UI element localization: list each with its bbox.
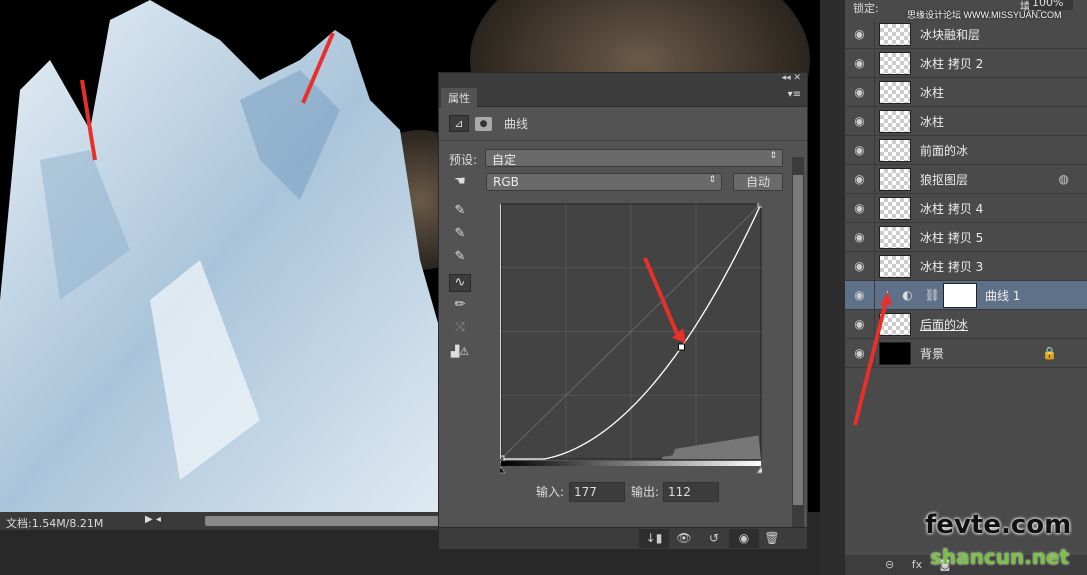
properties-panel: ◂◂ ✕ 属性 ▾≡ ⊿ ● 曲线 预设: 自定 ⇕ ☚ RGB ⇕ 自动 ✎ ✎ ✎ ∿… (438, 72, 808, 550)
layer-row[interactable]: ◉ 冰柱 拷贝 3 (845, 252, 1087, 281)
properties-scrollbar[interactable] (792, 157, 804, 527)
eye-icon[interactable]: ◉ (845, 136, 875, 164)
properties-footer: ↓▮ 👁 ↺ ◉ 🗑 (439, 527, 807, 549)
eye-icon[interactable]: ◉ (845, 281, 875, 309)
eye-icon[interactable]: ◉ (845, 78, 875, 106)
preset-value: 自定 (492, 153, 517, 167)
eye-icon[interactable]: ◉ (845, 107, 875, 135)
layer-row[interactable]: ◉ 狼抠图层 ◍ (845, 165, 1087, 194)
layer-name: 冰柱 拷贝 3 (920, 259, 984, 274)
layer-row[interactable]: ◉ 冰柱 拷贝 5 (845, 223, 1087, 252)
curves-graph[interactable] (500, 203, 762, 478)
eye-icon[interactable]: ◉ (845, 165, 875, 193)
pencil-icon[interactable]: ✏ (449, 297, 471, 315)
auto-button[interactable]: 自动 (733, 173, 783, 191)
lock-label: 锁定: (853, 2, 879, 15)
adjustment-type: 曲线 (504, 117, 529, 131)
preset-select[interactable]: 自定 ⇕ (485, 149, 783, 167)
layer-name: 冰块融和层 (920, 27, 981, 42)
layer-row[interactable]: ◉ 前面的冰 (845, 136, 1087, 165)
clip-to-layer-icon[interactable]: ↓▮ (639, 529, 669, 548)
layer-row[interactable]: ◉ 冰柱 拷贝 4 (845, 194, 1087, 223)
watermark-fevte: fevte.com (925, 510, 1072, 540)
clip-arrow-icon: ↓ (883, 288, 893, 302)
layer-row[interactable]: ◉ 冰柱 (845, 78, 1087, 107)
layer-name: 冰柱 (920, 114, 945, 129)
layer-row[interactable]: ◉ 冰柱 拷贝 2 (845, 49, 1087, 78)
layer-name: 冰柱 (920, 85, 945, 100)
curve-point-tool-icon[interactable]: ∿ (449, 274, 471, 292)
layer-thumb (879, 109, 911, 133)
visibility-icon[interactable]: ◉ (729, 529, 759, 548)
eye-icon[interactable]: ◉ (845, 194, 875, 222)
channel-value: RGB (493, 175, 519, 189)
layer-name: 后面的冰 (920, 317, 969, 332)
smooth-icon[interactable]: ⤨ (449, 320, 471, 338)
layer-thumb (879, 312, 911, 336)
lock-icon: 🔒 (1042, 346, 1057, 360)
input-field[interactable]: 177 (569, 482, 625, 502)
layer-row[interactable]: ◉ 背景 🔒 (845, 339, 1087, 368)
layer-thumb (879, 254, 911, 278)
eye-icon[interactable]: ◉ (845, 339, 875, 367)
panel-controls[interactable]: ◂◂ ✕ (439, 73, 807, 87)
layer-mask-thumb[interactable] (942, 282, 977, 308)
preset-label: 预设: (449, 153, 478, 167)
input-label: 输入: (536, 485, 565, 499)
layer-thumb (879, 341, 911, 365)
eye-icon[interactable]: ◉ (845, 252, 875, 280)
curve-point (677, 343, 685, 351)
delete-icon[interactable]: 🗑 (757, 529, 787, 548)
curve-point (757, 203, 762, 208)
link-icon[interactable]: ⛓ (925, 288, 940, 302)
layer-thumb (879, 138, 911, 162)
tab-properties[interactable]: 属性 (441, 88, 477, 107)
output-gradient-bar (501, 461, 761, 466)
channel-select[interactable]: RGB ⇕ (486, 173, 722, 191)
reset-icon[interactable]: ↺ (699, 529, 729, 548)
layer-row[interactable]: ◉ 冰柱 (845, 107, 1087, 136)
mask-icon[interactable]: ● (475, 116, 492, 131)
layer-name: 冰柱 拷贝 2 (920, 56, 984, 71)
layer-name: 冰柱 拷贝 5 (920, 230, 984, 245)
curves-icon[interactable]: ⊿ (449, 115, 469, 132)
adjustment-icon: ◐ (902, 288, 913, 302)
layer-thumb (879, 80, 911, 104)
eye-icon[interactable]: ◉ (845, 310, 875, 338)
horizontal-scrollbar[interactable] (205, 516, 440, 526)
doc-size: 文档:1.54M/8.21M (6, 517, 104, 530)
layer-name: 前面的冰 (920, 143, 969, 158)
layer-thumb (879, 22, 911, 46)
smart-object-icon: ◍ (1058, 172, 1069, 186)
eyedropper-gray-icon[interactable]: ✎ (449, 226, 471, 244)
output-label: 输出: (631, 485, 660, 499)
layer-name: 冰柱 拷贝 4 (920, 201, 984, 216)
layer-row[interactable]: ◉ 冰块融和层 (845, 20, 1087, 49)
eyedropper-black-icon[interactable]: ✎ (449, 203, 471, 221)
layer-name: 背景 (920, 346, 945, 361)
target-adjust-icon[interactable]: ☚ (449, 174, 471, 192)
eye-icon[interactable]: ◉ (845, 49, 875, 77)
layer-row[interactable]: ◉ 后面的冰 (845, 310, 1087, 339)
layer-thumb (879, 51, 911, 75)
layer-thumb (879, 167, 911, 191)
layer-name: 曲线 1 (984, 288, 1021, 303)
clipping-warning-icon[interactable]: ▟⚠ (449, 345, 471, 363)
view-previous-icon[interactable]: 👁 (669, 529, 699, 548)
watermark-shancun: shancun.net (930, 545, 1070, 569)
layer-row[interactable]: ◉ ↓ ◐ ⛓ 曲线 1 (845, 281, 1087, 310)
eye-icon[interactable]: ◉ (845, 223, 875, 251)
white-point-slider (756, 466, 762, 474)
layer-name: 狼抠图层 (920, 172, 969, 187)
layer-thumb (879, 225, 911, 249)
output-field[interactable]: 112 (663, 482, 719, 502)
play-icon[interactable]: ▶ ◂ (145, 514, 161, 525)
layers-panel: 锁定:填充:100% 思缘设计论坛 WWW.MISSYUAN.COM ◉冰块融和… (845, 0, 1087, 575)
input-gradient-bar (500, 204, 501, 459)
black-point-slider (500, 466, 506, 474)
layer-thumb (879, 196, 911, 220)
panel-menu-icon[interactable]: ▾≡ (788, 89, 801, 100)
eyedropper-white-icon[interactable]: ✎ (449, 249, 471, 267)
eye-icon[interactable]: ◉ (845, 20, 875, 48)
